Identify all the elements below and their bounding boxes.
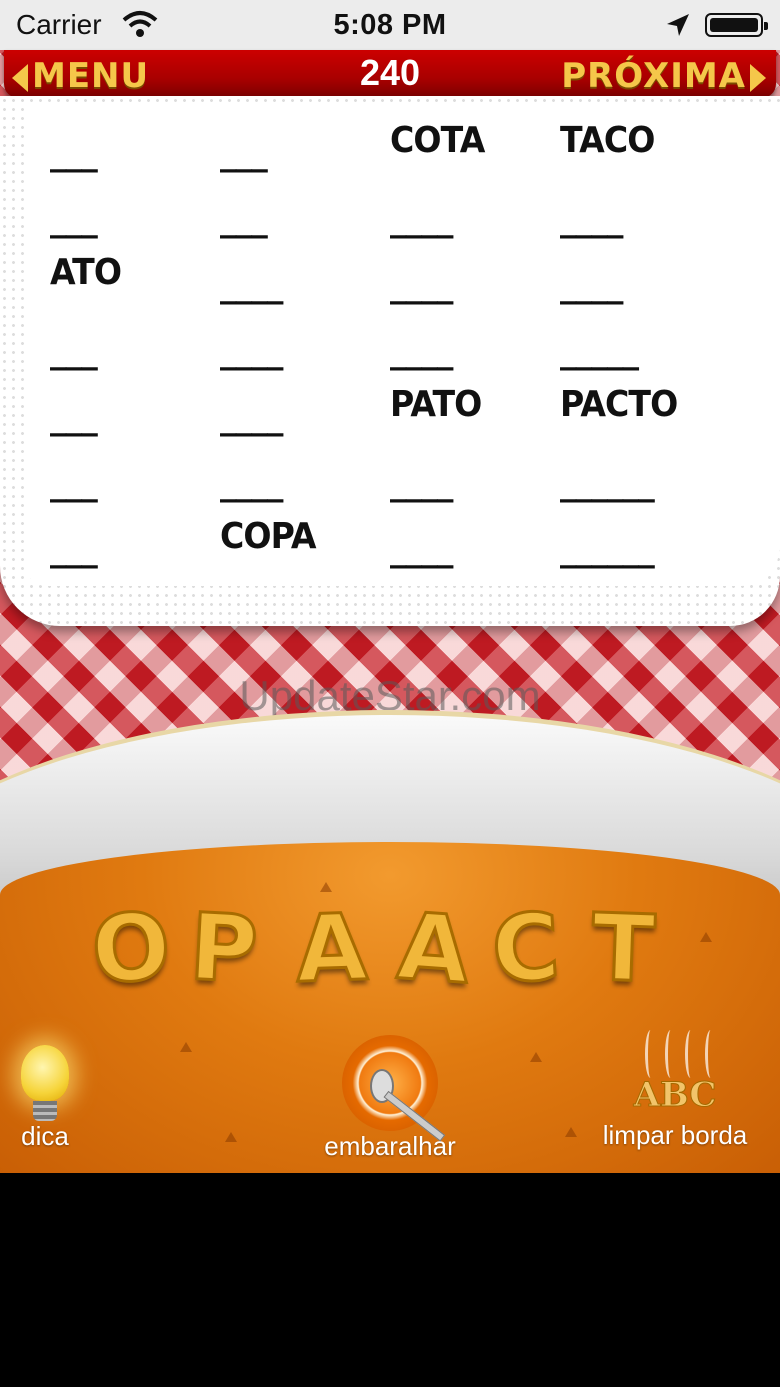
- word-slot: TACO: [560, 120, 655, 161]
- word-slot: ___: [220, 198, 268, 239]
- letter-tile[interactable]: A: [293, 892, 371, 1004]
- word-slot: ____: [560, 198, 623, 239]
- abc-letters: ABC: [633, 1075, 717, 1116]
- word-slot: ____: [220, 264, 283, 305]
- word-slot: COPA: [220, 516, 317, 557]
- word-slot: ___: [50, 330, 98, 371]
- game-screen: Carrier 5:08 PM MENU 240 PRÓXIMA ___ ___ A…: [0, 0, 780, 1173]
- clear-board-label: limpar borda: [602, 1120, 748, 1150]
- letter-tile[interactable]: O: [87, 891, 175, 1006]
- word-slot: ____: [560, 264, 623, 305]
- lightbulb-icon: [21, 1045, 69, 1101]
- next-button[interactable]: PRÓXIMA: [561, 56, 766, 96]
- word-slot: ____: [390, 198, 453, 239]
- soup-fleck: [700, 932, 712, 942]
- word-slot: ____: [390, 264, 453, 305]
- word-slot: ______: [560, 528, 655, 569]
- word-slot: PACTO: [560, 384, 678, 425]
- steam-line: [665, 1030, 676, 1078]
- steam-line: [645, 1030, 656, 1078]
- letter-tile[interactable]: P: [186, 892, 262, 1005]
- word-slot: ____: [220, 396, 283, 437]
- shuffle-label: embaralhar: [324, 1131, 456, 1161]
- steam-line: [705, 1030, 716, 1078]
- soup-fleck: [320, 882, 332, 892]
- word-slot: COTA: [390, 120, 485, 161]
- soup-fleck: [180, 1042, 192, 1052]
- hint-button[interactable]: dica: [10, 1045, 80, 1152]
- word-slot: ___: [50, 396, 98, 437]
- word-slot: PATO: [390, 384, 482, 425]
- clock: 5:08 PM: [333, 9, 447, 41]
- word-slot: ___: [50, 528, 98, 569]
- word-slot: ____: [220, 330, 283, 371]
- letter-tile[interactable]: A: [393, 891, 474, 1006]
- battery-icon: [705, 13, 768, 37]
- letter-tile[interactable]: C: [488, 892, 564, 1005]
- hint-label: dica: [21, 1121, 69, 1151]
- status-bar: Carrier 5:08 PM: [0, 0, 780, 50]
- word-slot: ____: [390, 528, 453, 569]
- word-slot: ATO: [50, 252, 122, 293]
- steam-line: [685, 1030, 696, 1078]
- word-slot: ____: [390, 330, 453, 371]
- word-slot: ___: [50, 132, 98, 173]
- word-slot: ______: [560, 462, 655, 503]
- soup-fleck: [565, 1127, 577, 1137]
- word-slot: ____: [390, 462, 453, 503]
- top-nav-bar: MENU 240 PRÓXIMA: [4, 50, 776, 98]
- word-list-paper: ___ ___ ATO ___ ___ ___ ___ ___ ___ ____ ____ ____ _…: [0, 96, 780, 626]
- word-slot: ___: [50, 198, 98, 239]
- clear-board-button[interactable]: ABC limpar borda: [585, 1030, 765, 1151]
- soup-fleck: [225, 1132, 237, 1142]
- next-button-label: PRÓXIMA: [561, 56, 746, 96]
- word-slot: ____: [220, 462, 283, 503]
- spoon-plate-icon: [342, 1035, 446, 1142]
- word-slot: ___: [50, 462, 98, 503]
- soup-fleck: [530, 1052, 542, 1062]
- lightbulb-base: [33, 1101, 57, 1121]
- forward-arrow-icon: [750, 63, 766, 92]
- word-slot: _____: [560, 330, 639, 371]
- location-arrow-icon: [667, 14, 689, 36]
- letter-tile[interactable]: T: [589, 892, 658, 1004]
- word-slot: ___: [220, 132, 268, 173]
- steaming-abc-icon: ABC: [585, 1030, 765, 1120]
- word-list: ___ ___ ATO ___ ___ ___ ___ ___ ___ ____ ____ ____ _…: [26, 106, 780, 586]
- shuffle-button[interactable]: embaralhar: [305, 1035, 475, 1162]
